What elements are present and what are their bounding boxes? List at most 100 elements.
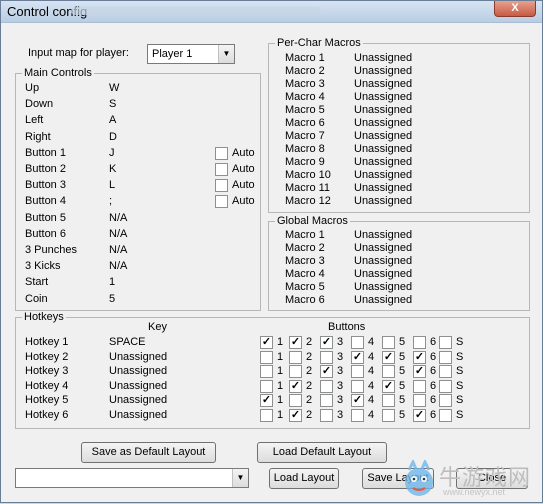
hotkey-button-checkbox[interactable]	[260, 365, 273, 378]
hotkey-button-checkbox[interactable]	[439, 380, 452, 393]
control-key-value[interactable]: N/A	[109, 212, 127, 224]
hotkey-button-label: 1	[277, 365, 284, 377]
hotkey-button-label: S	[456, 336, 464, 348]
control-key-value[interactable]: N/A	[109, 228, 127, 240]
global-macro-value[interactable]: Unassigned	[354, 229, 412, 241]
macro-value[interactable]: Unassigned	[354, 117, 412, 129]
hotkey-button-checkbox[interactable]: ✓	[413, 351, 426, 364]
hotkey-button-checkbox[interactable]: ✓	[413, 409, 426, 422]
hotkey-button-checkbox[interactable]	[382, 409, 395, 422]
auto-checkbox[interactable]	[215, 163, 228, 176]
load-default-layout-button[interactable]: Load Default Layout	[257, 442, 387, 463]
hotkey-button-checkbox[interactable]	[351, 365, 364, 378]
hotkey-button-checkbox[interactable]: ✓	[289, 409, 302, 422]
hotkey-button-checkbox[interactable]	[382, 394, 395, 407]
title-bar[interactable]: Control config X	[1, 1, 542, 23]
hotkey-button-checkbox[interactable]	[413, 394, 426, 407]
hotkey-button-checkbox[interactable]	[320, 394, 333, 407]
macro-value[interactable]: Unassigned	[354, 65, 412, 77]
hotkey-button-checkbox[interactable]: ✓	[382, 351, 395, 364]
hotkey-button-checkbox[interactable]	[439, 365, 452, 378]
control-key-value[interactable]: W	[109, 82, 119, 94]
hotkey-button-checkbox[interactable]	[439, 336, 452, 349]
hotkey-button-label: S	[456, 365, 464, 377]
hotkey-button-checkbox[interactable]	[439, 351, 452, 364]
macro-value[interactable]: Unassigned	[354, 182, 412, 194]
hotkey-button-checkbox[interactable]: ✓	[260, 394, 273, 407]
hotkey-button-checkbox[interactable]: ✓	[260, 336, 273, 349]
hotkey-button-checkbox[interactable]	[413, 380, 426, 393]
player-select[interactable]: Player 1 ▼	[147, 44, 235, 64]
hotkey-button-checkbox[interactable]	[413, 336, 426, 349]
hotkey-button-label: 2	[306, 394, 313, 406]
hotkey-button-label: S	[456, 409, 464, 421]
hotkey-button-checkbox[interactable]	[260, 351, 273, 364]
control-key-value[interactable]: 5	[109, 293, 115, 305]
hotkey-button-checkbox[interactable]	[351, 380, 364, 393]
hotkey-key-value[interactable]: Unassigned	[109, 409, 167, 421]
hotkey-button-checkbox[interactable]: ✓	[289, 380, 302, 393]
hotkey-button-checkbox[interactable]	[289, 394, 302, 407]
hotkey-key-value[interactable]: Unassigned	[109, 351, 167, 363]
global-macro-value[interactable]: Unassigned	[354, 281, 412, 293]
hotkey-button-checkbox[interactable]	[439, 409, 452, 422]
control-name: Start	[25, 276, 49, 288]
save-default-layout-button[interactable]: Save as Default Layout	[81, 442, 216, 463]
hotkey-key-value[interactable]: Unassigned	[109, 365, 167, 377]
macro-value[interactable]: Unassigned	[354, 169, 412, 181]
global-macro-value[interactable]: Unassigned	[354, 294, 412, 306]
control-key-value[interactable]: L	[109, 179, 115, 191]
window-close-button[interactable]: X	[494, 1, 536, 17]
control-key-value[interactable]: A	[109, 114, 116, 126]
hotkey-button-checkbox[interactable]	[260, 380, 273, 393]
hotkey-button-checkbox[interactable]	[382, 365, 395, 378]
hotkey-key-value[interactable]: Unassigned	[109, 380, 167, 392]
auto-checkbox[interactable]	[215, 147, 228, 160]
macro-value[interactable]: Unassigned	[354, 130, 412, 142]
hotkey-button-checkbox[interactable]	[289, 351, 302, 364]
hotkey-button-checkbox[interactable]: ✓	[413, 365, 426, 378]
hotkey-button-checkbox[interactable]	[260, 409, 273, 422]
global-macro-value[interactable]: Unassigned	[354, 268, 412, 280]
macro-value[interactable]: Unassigned	[354, 78, 412, 90]
macro-value[interactable]: Unassigned	[354, 143, 412, 155]
hotkey-button-checkbox[interactable]	[289, 365, 302, 378]
control-key-value[interactable]: D	[109, 131, 117, 143]
hotkey-button-checkbox[interactable]: ✓	[320, 365, 333, 378]
hotkey-button-checkbox[interactable]: ✓	[289, 336, 302, 349]
control-key-value[interactable]: N/A	[109, 244, 127, 256]
hotkey-button-checkbox[interactable]	[320, 380, 333, 393]
hotkey-button-checkbox[interactable]: ✓	[382, 380, 395, 393]
hotkey-button-checkbox[interactable]	[439, 394, 452, 407]
layout-select[interactable]: ▼	[15, 468, 249, 488]
global-macro-value[interactable]: Unassigned	[354, 242, 412, 254]
control-key-value[interactable]: K	[109, 163, 116, 175]
hotkey-button-checkbox[interactable]	[382, 336, 395, 349]
hotkey-button-label: 6	[430, 409, 437, 421]
hotkey-key-value[interactable]: Unassigned	[109, 394, 167, 406]
macro-value[interactable]: Unassigned	[354, 104, 412, 116]
control-key-value[interactable]: S	[109, 98, 116, 110]
macro-value[interactable]: Unassigned	[354, 156, 412, 168]
hotkey-button-checkbox[interactable]	[320, 351, 333, 364]
hotkey-button-checkbox[interactable]: ✓	[351, 394, 364, 407]
auto-checkbox[interactable]	[215, 179, 228, 192]
hotkey-button-label: S	[456, 351, 464, 363]
control-key-value[interactable]: N/A	[109, 260, 127, 272]
macro-value[interactable]: Unassigned	[354, 91, 412, 103]
hotkey-button-checkbox[interactable]	[351, 336, 364, 349]
auto-checkbox[interactable]	[215, 195, 228, 208]
control-key-value[interactable]: J	[109, 147, 115, 159]
load-layout-button[interactable]: Load Layout	[269, 468, 339, 489]
hotkey-button-checkbox[interactable]	[351, 409, 364, 422]
control-key-value[interactable]: 1	[109, 276, 115, 288]
macro-value[interactable]: Unassigned	[354, 52, 412, 64]
control-key-value[interactable]: ;	[109, 195, 112, 207]
hotkey-button-checkbox[interactable]	[320, 409, 333, 422]
hotkey-button-checkbox[interactable]: ✓	[320, 336, 333, 349]
macro-value[interactable]: Unassigned	[354, 195, 412, 207]
global-macro-value[interactable]: Unassigned	[354, 255, 412, 267]
hotkey-button-checkbox[interactable]: ✓	[351, 351, 364, 364]
hotkey-key-value[interactable]: SPACE	[109, 336, 145, 348]
hotkey-name: Hotkey 4	[25, 380, 69, 392]
